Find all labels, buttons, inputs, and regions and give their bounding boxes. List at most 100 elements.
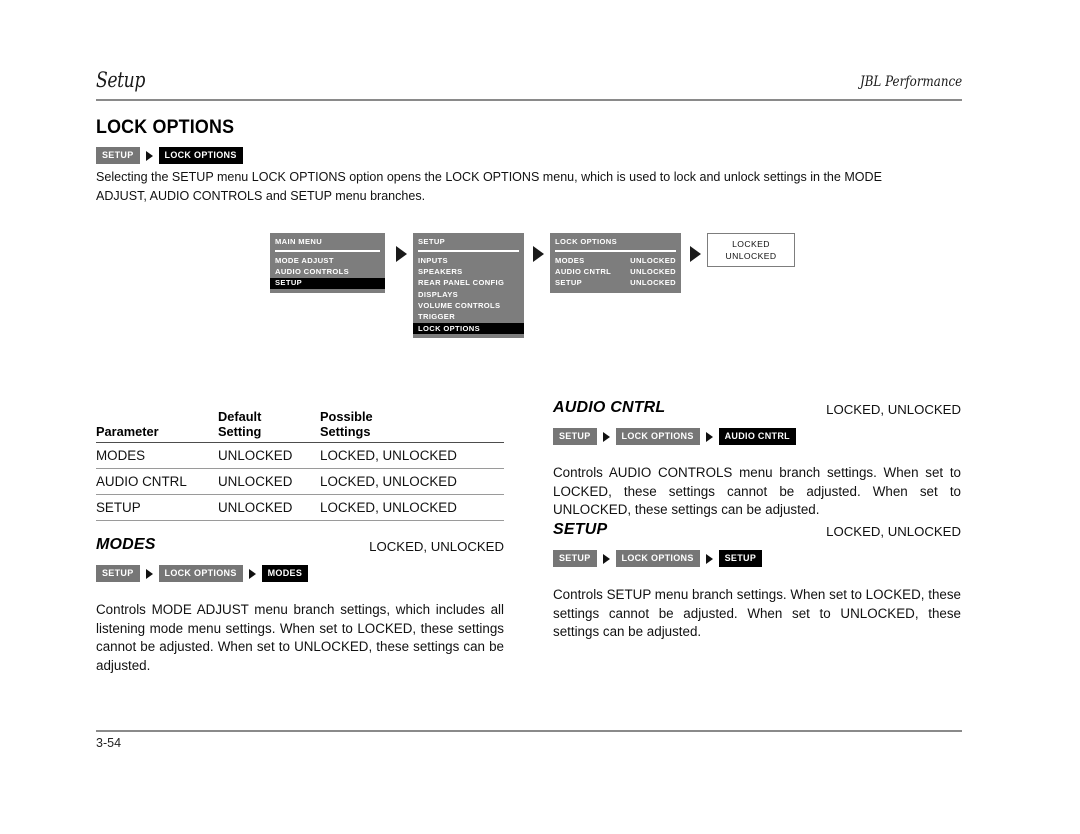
breadcrumb-item-lock-options[interactable]: LOCK OPTIONS [615,428,700,445]
breadcrumb-item-lock-options[interactable]: LOCK OPTIONS [158,147,243,164]
table-header-possible-settings: Possible Settings [320,409,504,443]
table-cell-default: UNLOCKED [218,494,320,521]
breadcrumb-item-lock-options[interactable]: LOCK OPTIONS [615,550,700,567]
menu-item-label: DISPLAYS [418,289,459,299]
footer-page-number: 3-54 [96,736,122,750]
menu-item-label: SPEAKERS [418,267,463,277]
menu-item-label: AUDIO CNTRL [555,267,612,277]
value-option-locked: LOCKED [732,239,770,249]
header-line-2: Setting [218,423,262,439]
menu-box-main-menu: MAIN MENU MODE ADJUST AUDIO CONTROLS SET… [270,233,385,294]
menu-title-underline [555,250,676,253]
section-setup-range: LOCKED, UNLOCKED [826,524,961,539]
menu-title-main-menu: MAIN MENU [275,237,323,246]
breadcrumb-modes: SETUP LOCK OPTIONS MODES [96,565,504,582]
menu-item-label: REAR PANEL CONFIG [418,278,505,288]
menu-item-displays[interactable]: DISPLAYS [413,289,524,300]
section-setup-header: SETUP LOCKED, UNLOCKED [553,521,961,543]
menu-item-label: TRIGGER [418,312,456,322]
breadcrumb-setup: SETUP LOCK OPTIONS SETUP [553,550,961,567]
menu-item-label: SETUP [555,278,583,288]
chevron-right-icon [705,553,713,564]
table-cell-possible: LOCKED, UNLOCKED [320,442,504,469]
menu-item-modes[interactable]: MODES UNLOCKED [550,255,681,266]
menu-item-value: UNLOCKED [630,278,676,288]
menu-item-lock-options-selected[interactable]: LOCK OPTIONS [413,323,524,335]
chevron-right-icon [248,568,256,579]
menu-item-audio-controls[interactable]: AUDIO CONTROLS [270,267,385,278]
header-line-1: Default [218,409,262,424]
chevron-right-icon [602,431,610,442]
section-modes: MODES LOCKED, UNLOCKED SETUP LOCK OPTION… [96,536,504,675]
section-modes-header: MODES LOCKED, UNLOCKED [96,536,504,558]
menu-flow-diagram: MAIN MENU MODE ADJUST AUDIO CONTROLS SET… [270,233,795,348]
breadcrumb-item-audio-cntrl[interactable]: AUDIO CNTRL [718,428,796,445]
menu-item-label: MODE ADJUST [275,255,334,265]
breadcrumb-item-setup[interactable]: SETUP [553,428,597,445]
menu-item-setup-selected[interactable]: SETUP [270,277,385,290]
section-modes-title: MODES [96,536,156,553]
menu-title-underline [418,250,519,253]
table-row: AUDIO CNTRL UNLOCKED LOCKED, UNLOCKED [96,468,504,495]
breadcrumb-item-setup[interactable]: SETUP [96,565,140,582]
header-brand-name: JBL Performance [859,74,962,90]
chevron-right-icon [602,553,610,564]
table-cell-possible: LOCKED, UNLOCKED [320,494,504,521]
menu-title-lock-options: LOCK OPTIONS [555,237,617,246]
header-divider [96,99,962,101]
breadcrumb-item-modes[interactable]: MODES [261,565,309,582]
section-setup-body: Controls SETUP menu branch settings. Whe… [553,587,961,639]
intro-paragraph: Selecting the SETUP menu LOCK OPTIONS op… [96,169,882,203]
section-audio-cntrl-title: AUDIO CNTRL [553,399,666,416]
section-modes-range: LOCKED, UNLOCKED [369,539,504,554]
menu-box-lock-options: LOCK OPTIONS MODES UNLOCKED AUDIO CNTRL … [550,233,681,294]
menu-item-value: UNLOCKED [630,267,676,277]
section-setup-title: SETUP [553,521,608,538]
table-cell-default: UNLOCKED [218,442,320,469]
breadcrumb-item-lock-options[interactable]: LOCK OPTIONS [158,565,243,582]
table-cell-parameter: SETUP [96,494,218,521]
table-cell-possible: LOCKED, UNLOCKED [320,468,504,495]
flow-arrow-icon-3 [690,246,701,262]
breadcrumb-item-setup[interactable]: SETUP [553,550,597,567]
chevron-right-icon [145,568,153,579]
flow-arrow-icon-1 [396,246,407,262]
chevron-right-icon [145,150,153,161]
menu-box-values: LOCKED UNLOCKED [707,233,795,267]
table-row: SETUP UNLOCKED LOCKED, UNLOCKED [96,494,504,521]
menu-item-label: SETUP [275,278,303,288]
menu-item-label: INPUTS [418,255,448,265]
breadcrumb-item-setup[interactable]: SETUP [96,147,140,164]
menu-item-speakers[interactable]: SPEAKERS [413,267,524,278]
footer-divider [96,730,962,732]
menu-item-rear-panel-config[interactable]: REAR PANEL CONFIG [413,278,524,289]
menu-item-inputs[interactable]: INPUTS [413,255,524,266]
breadcrumb-item-setup-current[interactable]: SETUP [718,550,763,567]
page-title: LOCK OPTIONS [96,117,235,138]
table-header-default-setting: Default Setting [218,409,320,443]
menu-item-label: VOLUME CONTROLS [418,300,501,310]
table-cell-default: UNLOCKED [218,468,320,495]
table-header-parameter: Parameter [96,410,218,443]
menu-item-trigger[interactable]: TRIGGER [413,312,524,323]
menu-item-volume-controls[interactable]: VOLUME CONTROLS [413,300,524,311]
section-setup: SETUP LOCKED, UNLOCKED SETUP LOCK OPTION… [553,521,961,642]
manual-page: Setup JBL Performance LOCK OPTIONS SETUP… [0,0,1080,834]
section-audio-cntrl: AUDIO CNTRL LOCKED, UNLOCKED SETUP LOCK … [553,399,961,520]
section-audio-cntrl-body: Controls AUDIO CONTROLS menu branch sett… [553,465,961,517]
section-audio-cntrl-range: LOCKED, UNLOCKED [826,402,961,417]
menu-box-setup: SETUP INPUTS SPEAKERS REAR PANEL CONFIG … [413,233,524,339]
flow-arrow-icon-2 [533,246,544,262]
menu-item-label: LOCK OPTIONS [418,323,480,333]
parameter-table: Parameter Default Setting Possible Setti… [96,409,504,521]
section-modes-body: Controls MODE ADJUST menu branch setting… [96,602,504,673]
menu-title-underline [275,250,380,253]
menu-item-mode-adjust[interactable]: MODE ADJUST [270,255,385,266]
menu-item-audio-cntrl[interactable]: AUDIO CNTRL UNLOCKED [550,267,681,278]
page-header: Setup JBL Performance [96,68,962,102]
section-audio-cntrl-header: AUDIO CNTRL LOCKED, UNLOCKED [553,399,961,421]
menu-item-label: MODES [555,255,585,265]
menu-title-setup: SETUP [418,237,446,246]
menu-item-value: UNLOCKED [630,255,676,265]
menu-item-setup[interactable]: SETUP UNLOCKED [550,278,681,289]
